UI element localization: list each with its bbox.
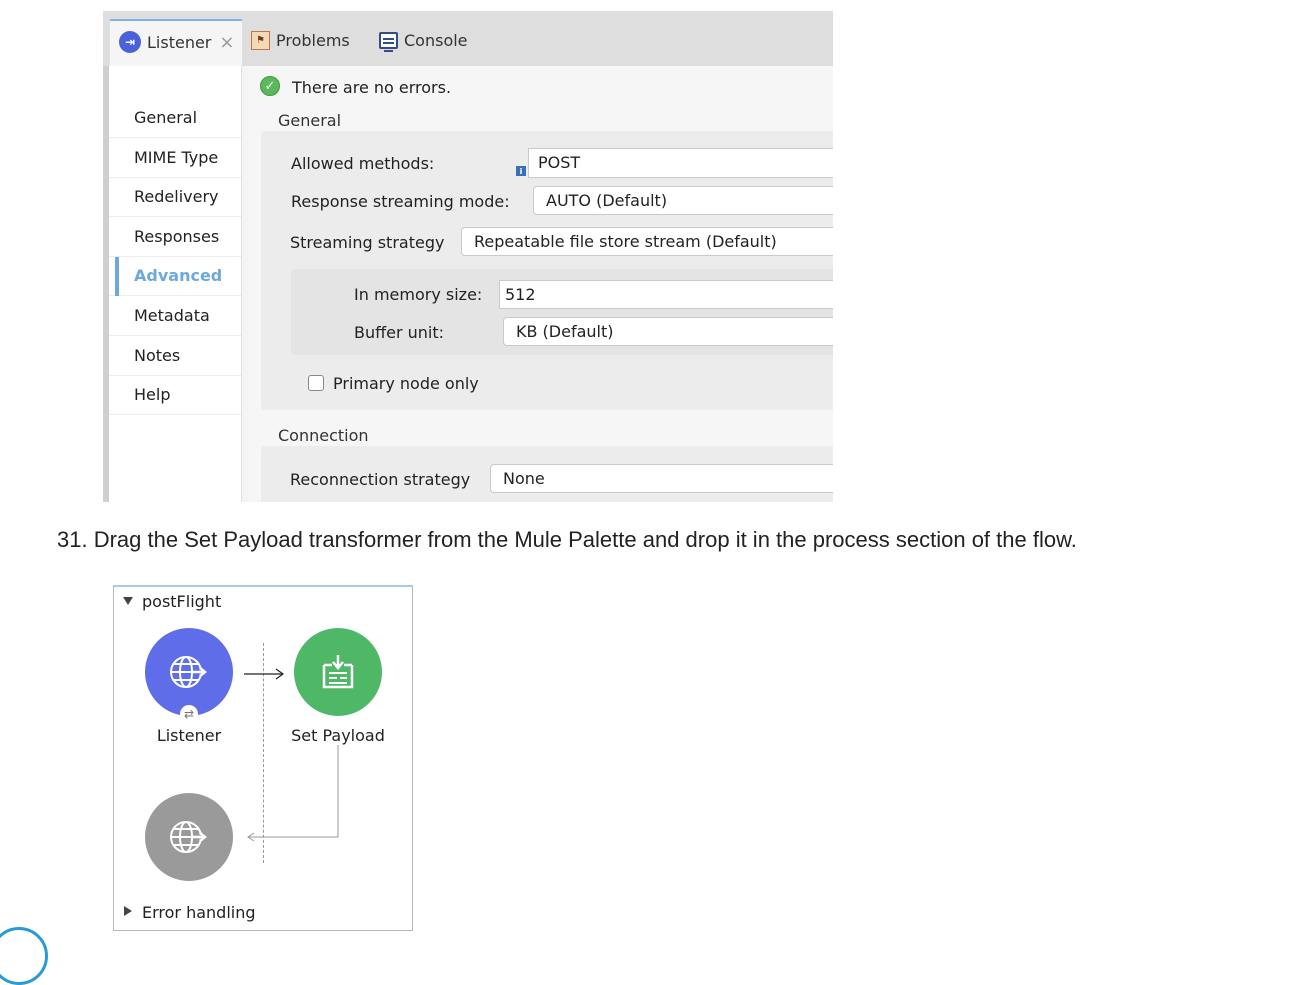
flow-arrow [244, 668, 285, 680]
info-icon[interactable]: i [516, 166, 526, 176]
close-icon[interactable]: × [219, 32, 234, 53]
allowed-methods-field[interactable]: POST [528, 148, 833, 178]
in-memory-size-field[interactable]: 512 [499, 280, 833, 309]
response-streaming-label: Response streaming mode: [291, 192, 510, 211]
nav-item-notes[interactable]: Notes [109, 337, 241, 376]
nav-active-indicator [115, 257, 119, 296]
allowed-methods-label: Allowed methods: [291, 154, 435, 173]
problems-icon: ⚑ [251, 31, 270, 50]
page-decoration-circle [0, 927, 48, 985]
exchange-arrows-icon: ⇄ [180, 705, 198, 723]
collapse-triangle-icon[interactable] [123, 597, 133, 605]
reconnection-strategy-select[interactable]: None [490, 464, 833, 493]
tab-problems[interactable]: ⚑ Problems [251, 31, 350, 50]
console-icon [379, 32, 398, 52]
status-message: There are no errors. [292, 78, 452, 97]
streaming-strategy-label: Streaming strategy [290, 233, 445, 252]
expand-triangle-icon[interactable] [124, 906, 132, 916]
listener-node[interactable] [145, 628, 233, 716]
error-handling-label[interactable]: Error handling [142, 903, 256, 922]
tab-listener[interactable]: ⇥ Listener × [119, 31, 234, 53]
set-payload-icon [322, 655, 354, 689]
check-circle-icon: ✓ [260, 76, 280, 96]
tab-problems-label: Problems [276, 31, 350, 50]
buffer-unit-select[interactable]: KB (Default) [503, 317, 833, 346]
in-memory-size-label: In memory size: [354, 285, 483, 304]
nav-item-mime-type[interactable]: MIME Type [109, 139, 241, 178]
nav-item-general[interactable]: General [109, 99, 241, 138]
primary-node-label: Primary node only [333, 374, 479, 393]
response-return-line [247, 745, 339, 842]
listener-properties-panel: ⇥ Listener × ⚑ Problems Console General … [103, 11, 833, 502]
tab-console[interactable]: Console [379, 31, 468, 52]
listener-icon: ⇥ [119, 31, 141, 53]
section-title-connection: Connection [278, 426, 369, 445]
tab-console-label: Console [404, 31, 468, 50]
primary-node-checkbox[interactable] [308, 375, 324, 391]
instruction-step: 31. Drag the Set Payload transformer fro… [57, 527, 1077, 552]
response-streaming-select[interactable]: AUTO (Default) [533, 186, 833, 215]
globe-arrow-icon [170, 656, 208, 688]
buffer-unit-label: Buffer unit: [354, 323, 445, 342]
listener-response-node[interactable] [145, 793, 233, 881]
set-payload-node-label: Set Payload [291, 726, 385, 745]
tab-listener-label: Listener [147, 32, 212, 52]
set-payload-node[interactable] [294, 628, 382, 716]
streaming-strategy-select[interactable]: Repeatable file store stream (Default) [461, 227, 833, 256]
flow-canvas: postFlight ⇄ Listener Set Payload Error … [113, 585, 413, 931]
nav-separator [241, 66, 248, 502]
nav-item-advanced[interactable]: Advanced [109, 257, 241, 296]
reconnection-strategy-label: Reconnection strategy [290, 470, 471, 489]
section-title-general: General [278, 111, 342, 130]
flow-name: postFlight [142, 592, 222, 611]
globe-arrow-icon [170, 821, 208, 853]
nav-item-help[interactable]: Help [109, 376, 241, 415]
nav-item-metadata[interactable]: Metadata [109, 297, 241, 336]
nav-item-responses[interactable]: Responses [109, 218, 241, 257]
listener-node-label: Listener [156, 726, 222, 745]
nav-item-redelivery[interactable]: Redelivery [109, 178, 241, 217]
